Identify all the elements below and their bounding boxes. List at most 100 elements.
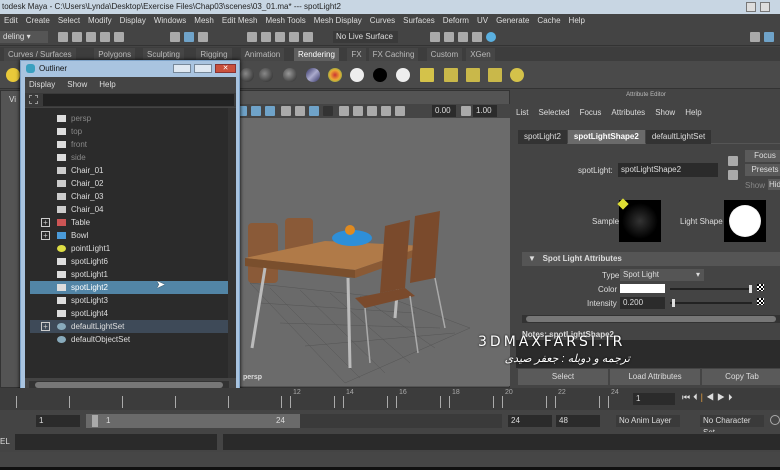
open-file-icon[interactable]	[72, 32, 82, 42]
new-file-icon[interactable]	[58, 32, 68, 42]
outliner-item-front[interactable]: front	[30, 138, 233, 151]
outliner-item-Table[interactable]: + Table	[30, 216, 233, 229]
node-name-field[interactable]: spotLightShape2	[618, 163, 718, 177]
save-icon[interactable]	[86, 32, 96, 42]
outliner-item-side[interactable]: side	[30, 151, 233, 164]
select-button[interactable]: Select	[518, 369, 608, 385]
outliner-search-field[interactable]	[43, 94, 234, 106]
ae-menu-list[interactable]: List	[516, 108, 528, 117]
menu-curves[interactable]: Curves	[370, 16, 395, 25]
range-start-handle[interactable]: 1	[92, 415, 110, 427]
show-button[interactable]: Show	[745, 181, 765, 190]
anim-layer-dropdown[interactable]: No Anim Layer	[616, 415, 680, 427]
render-settings-icon[interactable]	[472, 32, 482, 42]
color-slider[interactable]	[670, 285, 752, 293]
outliner-item-pointLight1[interactable]: pointLight1	[30, 242, 233, 255]
outliner-item-Chair_01[interactable]: Chair_01	[30, 164, 233, 177]
outliner-item-defaultLightSet[interactable]: + defaultLightSet	[30, 320, 233, 333]
ae-menu-help[interactable]: Help	[685, 108, 701, 117]
mode-select[interactable]: deling ▾	[0, 31, 48, 43]
outliner-menu-help[interactable]: Help	[99, 80, 115, 89]
hide-button[interactable]: Hid	[768, 179, 780, 190]
color-map-button[interactable]	[757, 284, 764, 291]
select-object-icon[interactable]	[184, 32, 194, 42]
menu-edit-mesh[interactable]: Edit Mesh	[222, 16, 258, 25]
texture-icon[interactable]	[323, 106, 334, 116]
ae-tab-spotLightShape2[interactable]: spotLightShape2	[567, 130, 645, 144]
outliner-item-spotLight4[interactable]: spotLight4	[30, 307, 233, 320]
menu-edit[interactable]: Edit	[4, 16, 18, 25]
use-background-icon[interactable]	[373, 68, 387, 82]
minimize-button[interactable]	[746, 2, 756, 12]
outliner-title-bar[interactable]: Outliner ✕	[21, 61, 239, 77]
gamma-icon[interactable]	[461, 106, 471, 116]
redo-icon[interactable]	[114, 32, 124, 42]
command-input[interactable]	[15, 434, 217, 450]
anisotropic-shader-icon[interactable]	[306, 68, 320, 82]
outliner-item-Chair_03[interactable]: Chair_03	[30, 190, 233, 203]
snap-surface-icon[interactable]	[303, 32, 313, 42]
range-end-handle[interactable]: 24	[276, 415, 295, 427]
auto-key-icon[interactable]	[770, 415, 780, 425]
menu-deform[interactable]: Deform	[443, 16, 469, 25]
shelf-tab-fx[interactable]: FX	[347, 48, 366, 61]
exposure-icon[interactable]	[395, 106, 406, 116]
outliner-menu-display[interactable]: Display	[29, 80, 55, 89]
shelf-tab-custom[interactable]: Custom	[426, 48, 463, 61]
shelf-tab-xgen[interactable]: XGen	[466, 48, 495, 61]
viewport-menu-label[interactable]: Vi	[9, 95, 16, 104]
attribute-horizontal-scrollbar[interactable]	[522, 315, 780, 323]
audio-icon[interactable]	[420, 68, 434, 82]
outliner-item-spotLight3[interactable]: spotLight3	[30, 294, 233, 307]
layer-icon[interactable]	[466, 68, 480, 82]
menu-mesh[interactable]: Mesh	[194, 16, 214, 25]
menu-mesh-display[interactable]: Mesh Display	[314, 16, 362, 25]
go-to-start-icon[interactable]: ⏮	[682, 392, 693, 402]
menu-mesh-tools[interactable]: Mesh Tools	[265, 16, 305, 25]
intensity-map-button[interactable]	[757, 298, 764, 305]
presets-button[interactable]: Presets	[745, 164, 780, 176]
outliner-close-button[interactable]: ✕	[215, 64, 236, 73]
step-forward-icon[interactable]: ⏵	[728, 392, 736, 402]
menu-select[interactable]: Select	[58, 16, 80, 25]
outliner-item-Chair_04[interactable]: Chair_04	[30, 203, 233, 216]
outliner-minimize-button[interactable]	[173, 64, 191, 73]
select-hierarchy-icon[interactable]	[170, 32, 180, 42]
shelf-tab-animation[interactable]: Animation	[240, 48, 285, 61]
isolate-select-icon[interactable]	[339, 106, 350, 116]
menu-modify[interactable]: Modify	[88, 16, 112, 25]
outliner-item-spotLight6[interactable]: spotLight6	[30, 255, 233, 268]
shelf-tab-rendering[interactable]: Rendering	[294, 48, 339, 61]
menu-help[interactable]: Help	[569, 16, 585, 25]
layer-icon[interactable]	[444, 68, 458, 82]
attribute-editor-toggle-icon[interactable]	[764, 32, 774, 42]
expand-icon[interactable]: +	[41, 231, 50, 240]
undo-icon[interactable]	[100, 32, 110, 42]
end-time-field[interactable]: 24	[508, 415, 552, 427]
snap-curve-icon[interactable]	[261, 32, 271, 42]
outliner-item-spotLight1[interactable]: spotLight1	[30, 268, 233, 281]
ae-menu-selected[interactable]: Selected	[538, 108, 569, 117]
menu-surfaces[interactable]: Surfaces	[403, 16, 435, 25]
type-dropdown[interactable]: Spot Light ▾	[620, 269, 704, 281]
ae-menu-show[interactable]: Show	[655, 108, 675, 117]
input-connection-icon[interactable]	[728, 156, 738, 166]
color-swatch[interactable]	[620, 284, 665, 293]
play-backward-icon[interactable]: ◀	[706, 392, 717, 402]
outliner-item-top[interactable]: top	[30, 125, 233, 138]
ipr-render-icon[interactable]	[458, 32, 468, 42]
menu-generate[interactable]: Generate	[496, 16, 529, 25]
live-surface-field[interactable]: No Live Surface	[333, 31, 398, 43]
menu-create[interactable]: Create	[26, 16, 50, 25]
focus-button[interactable]: Focus	[745, 150, 780, 162]
shadow-shader-icon[interactable]	[396, 68, 410, 82]
intensity-field[interactable]: 0.200	[620, 297, 665, 309]
ae-tab-defaultLightSet[interactable]: defaultLightSet	[645, 130, 712, 144]
filter-icon[interactable]	[29, 95, 38, 104]
outliner-item-Bowl[interactable]: + Bowl	[30, 229, 233, 242]
lighting-icon[interactable]	[251, 106, 261, 116]
xray-icon[interactable]	[353, 106, 364, 116]
gamma-field[interactable]: 1.00	[473, 105, 497, 117]
hypershade-icon[interactable]	[486, 32, 496, 42]
snap-grid-icon[interactable]	[247, 32, 257, 42]
